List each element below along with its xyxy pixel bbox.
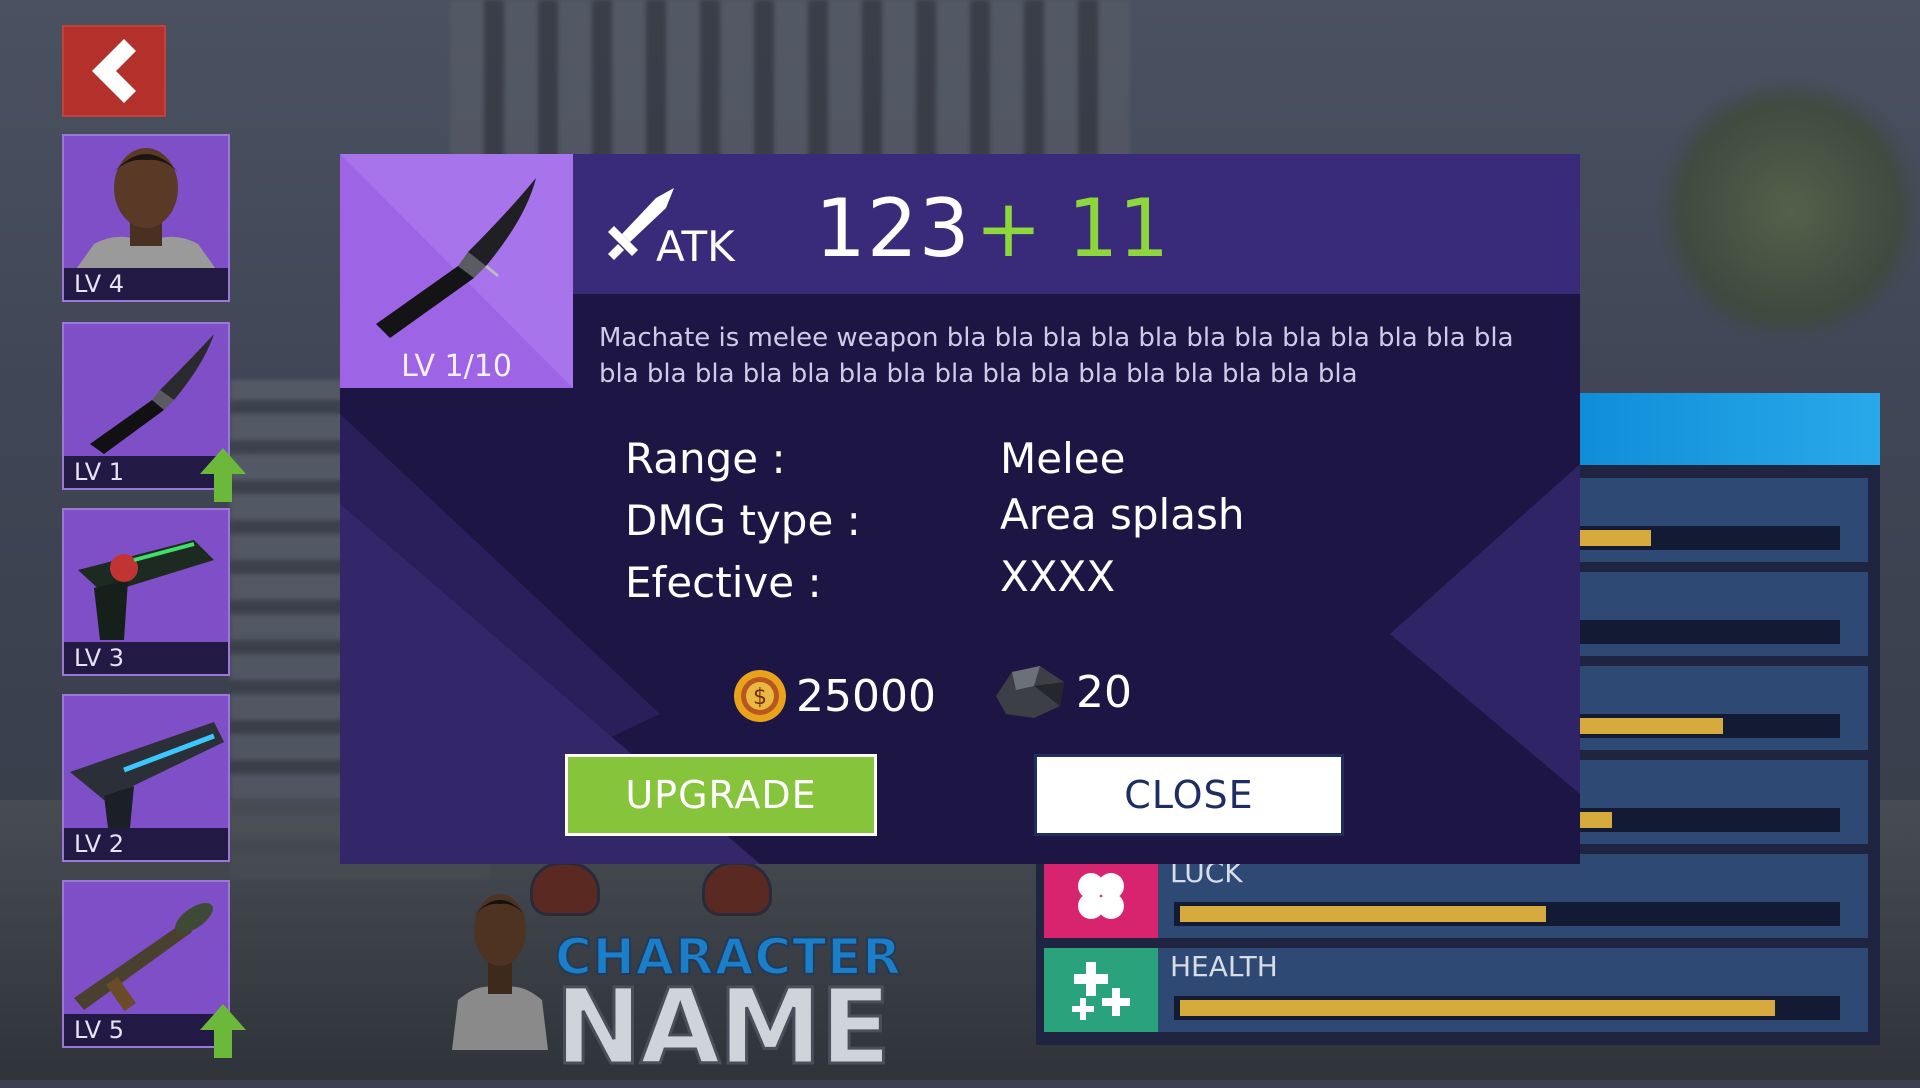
property-value: Melee bbox=[1000, 434, 1126, 483]
svg-text:$: $ bbox=[753, 685, 767, 710]
coin-cost: $ 25000 bbox=[732, 668, 936, 724]
stats-panel-header bbox=[1580, 393, 1880, 465]
property-value: Area splash bbox=[1000, 490, 1245, 539]
coin-icon: $ bbox=[734, 670, 786, 722]
close-button[interactable]: CLOSE bbox=[1034, 754, 1344, 836]
character-portrait bbox=[452, 894, 548, 1050]
background-tree bbox=[1660, 80, 1920, 340]
property-label: Efective : bbox=[625, 558, 822, 607]
weapon-level: LV 1/10 bbox=[401, 349, 512, 384]
back-button[interactable] bbox=[62, 25, 166, 117]
property-label: Range : bbox=[625, 434, 786, 483]
slot-level-label: LV 3 bbox=[64, 642, 228, 674]
health-plus-icon bbox=[1044, 948, 1158, 1032]
stat-label: ATK bbox=[656, 222, 735, 271]
property-label: DMG type : bbox=[625, 496, 861, 545]
stat-bar-fill bbox=[1180, 1000, 1775, 1016]
property-value: XXXX bbox=[1000, 552, 1116, 601]
character-name: NAME bbox=[553, 965, 892, 1088]
stat-row-luck: LUCK bbox=[1044, 854, 1868, 938]
stat-bar-health bbox=[1174, 996, 1840, 1020]
stat-bar-luck bbox=[1174, 902, 1840, 926]
stat-row-health: HEALTH bbox=[1044, 948, 1868, 1032]
weapon-description: Machate is melee weapon bla bla bla bla … bbox=[599, 323, 1514, 389]
ore-cost-value: 20 bbox=[1076, 666, 1132, 718]
stat-value: 123 bbox=[815, 182, 971, 275]
stat-label-health: HEALTH bbox=[1170, 950, 1278, 983]
stat-bar-fill bbox=[1180, 906, 1546, 922]
ore-rock-icon bbox=[996, 666, 1064, 718]
weapon-detail-modal: LV 1/10 ATK 123 + 11 Machate is melee we… bbox=[340, 154, 1580, 864]
inventory-slot-character[interactable]: LV 4 bbox=[62, 134, 230, 302]
character-portrait-icon bbox=[74, 148, 218, 272]
ore-cost: 20 bbox=[990, 662, 1132, 722]
inventory-slot-laser-pistol[interactable]: LV 3 bbox=[62, 508, 230, 676]
weapon-preview: LV 1/10 bbox=[340, 154, 573, 388]
clover-icon bbox=[1044, 854, 1158, 938]
coin-cost-value: 25000 bbox=[796, 670, 936, 722]
knife-icon bbox=[90, 334, 214, 454]
upgrade-available-arrow-icon bbox=[200, 448, 246, 502]
slot-level-label: LV 2 bbox=[64, 828, 228, 860]
inventory-slot-plasma-rifle[interactable]: LV 2 bbox=[62, 694, 230, 862]
upgrade-button[interactable]: UPGRADE bbox=[565, 754, 877, 836]
upgrade-available-arrow-icon bbox=[200, 1004, 246, 1058]
chevron-left-icon bbox=[92, 39, 136, 103]
slot-level-label: LV 4 bbox=[64, 268, 228, 300]
character-foot bbox=[702, 862, 772, 916]
stat-bonus: + 11 bbox=[975, 182, 1170, 275]
plasma-rifle-icon bbox=[70, 722, 224, 828]
laser-pistol-icon bbox=[78, 540, 214, 640]
rocket-launcher-icon bbox=[74, 902, 213, 1012]
